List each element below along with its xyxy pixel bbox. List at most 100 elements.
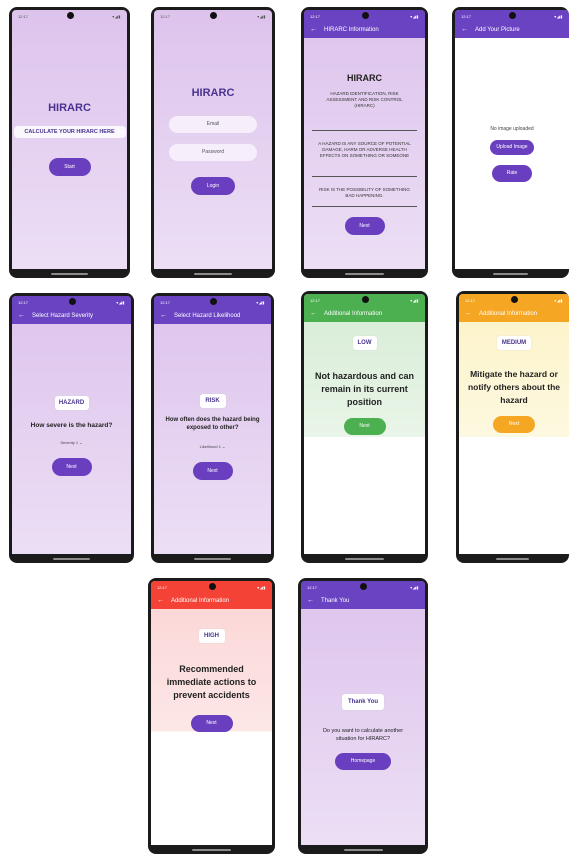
home-indicator (345, 273, 384, 275)
app-bar: ← Additional Information (459, 307, 569, 322)
home-indicator (492, 273, 529, 275)
next-button[interactable]: Next (493, 416, 535, 433)
low-message: Not hazardous and can remain in its curr… (314, 371, 414, 407)
screen-high: 12:17 ▾◢▮ ← Additional Information HIGH Re… (151, 581, 272, 845)
info-subtitle: HAZARD IDENTIFICATION, RISK ASSESSMENT A… (326, 91, 403, 108)
header: 12:17 ▾◢▮ ← HIRARC Information (304, 10, 425, 38)
screen-likelihood: 12:17 ▾◢▮ ← Select Hazard Likelihood RISK … (154, 296, 271, 554)
hazard-definition: A HAZARD IS ANY SOURCE OF POTENTIAL DAMA… (318, 141, 411, 158)
password-field[interactable]: Password (169, 144, 257, 161)
header: 12:17 ▾◢▮ ← Additional Information (151, 581, 272, 609)
login-button[interactable]: Login (191, 177, 235, 195)
header: 12:17 ▾◢▮ ← Additional Information (459, 294, 569, 322)
app-bar: ← Add Your Picture (455, 23, 569, 38)
home-indicator (343, 849, 383, 851)
back-arrow-icon[interactable]: ← (160, 312, 167, 319)
header: 12:17 ▾◢▮ ← Additional Information (304, 294, 425, 322)
system-icons: ▾◢▮ (554, 14, 563, 19)
app-bar: ← Select Hazard Likelihood (154, 309, 271, 324)
status-bar: 12:17 ▾◢▮ (310, 12, 419, 19)
back-arrow-icon[interactable]: ← (157, 597, 164, 604)
phone-severity: 12:17 ▾◢▮ ← Select Hazard Severity HAZARD … (9, 293, 134, 563)
severity-dropdown[interactable]: Severity 1 ⌄ (12, 440, 131, 445)
home-indicator (495, 558, 530, 560)
screen-medium: 12:17 ▾◢▮ ← Additional Information MEDIUM … (459, 294, 569, 554)
screen-severity: 12:17 ▾◢▮ ← Select Hazard Severity HAZARD … (12, 296, 131, 554)
phone-info: 12:17 ▾◢▮ ← HIRARC Information HIRARC HAZA… (301, 7, 428, 278)
homepage-button[interactable]: Homepage (335, 753, 391, 770)
calculate-again-question: Do you want to calculate another situati… (322, 728, 404, 742)
back-arrow-icon[interactable]: ← (461, 26, 468, 33)
app-bar: ← Additional Information (304, 307, 425, 322)
app-bar: ← Thank You (301, 594, 425, 609)
low-tag: LOW (352, 336, 377, 350)
home-indicator (52, 558, 91, 560)
status-bar: 12:17 ▾◢▮ (160, 298, 265, 305)
camera-icon (66, 12, 74, 19)
system-icons: ▾◢▮ (116, 300, 125, 305)
screen-login: 12:17 ▾◢▮ HIRARC Email Password Login (154, 10, 272, 269)
status-bar: 12:17 ▾◢▮ (157, 583, 266, 590)
risk-definition: RISK IS THE POSSIBILITY OF SOMETHING BAD… (319, 187, 410, 198)
divider (312, 176, 417, 177)
upload-image-button[interactable]: Upload Image (490, 140, 534, 155)
info-title: HIRARC (347, 73, 382, 83)
camera-icon (208, 583, 216, 590)
next-button[interactable]: Next (344, 217, 385, 235)
camera-icon (509, 12, 516, 19)
next-button[interactable]: Next (190, 715, 233, 732)
back-arrow-icon[interactable]: ← (310, 26, 317, 33)
status-bar: 12:17 ▾◢▮ (18, 12, 121, 19)
start-button[interactable]: Start (48, 158, 91, 176)
home-indicator (192, 849, 231, 851)
app-title: HIRARC (48, 102, 91, 114)
email-field[interactable]: Email (169, 116, 257, 133)
camera-icon (511, 296, 518, 303)
back-arrow-icon[interactable]: ← (465, 310, 472, 317)
home-indicator (194, 558, 231, 560)
app-bar: ← Select Hazard Severity (12, 309, 131, 324)
phone-picture: 12:17 ▾◢▮ ← Add Your Picture No image uplo… (452, 7, 569, 278)
system-icons: ▾◢▮ (410, 298, 419, 303)
camera-icon (209, 298, 217, 305)
status-bar: 12:17 ▾◢▮ (307, 583, 419, 590)
home-indicator (51, 273, 88, 275)
calculate-banner: CALCULATE YOUR HIRARC HERE (13, 126, 126, 138)
phone-likelihood: 12:17 ▾◢▮ ← Select Hazard Likelihood RISK … (151, 293, 274, 563)
system-icons: ▾◢▮ (112, 14, 121, 19)
chevron-down-icon: ⌄ (79, 440, 83, 445)
medium-tag: MEDIUM (497, 336, 531, 350)
status-bar: 12:17 ▾◢▮ (465, 296, 563, 303)
camera-icon (360, 583, 367, 590)
phone-low: 12:17 ▾◢▮ ← Additional Information LOW Not… (301, 291, 428, 563)
status-bar: 12:17 ▾◢▮ (18, 298, 125, 305)
next-button[interactable]: Next (343, 418, 386, 435)
rate-button[interactable]: Rate (492, 165, 532, 182)
medium-message: Mitigate the hazard or notify others abo… (467, 369, 561, 405)
next-button[interactable]: Next (51, 458, 92, 476)
no-image-text: No image uploaded (490, 126, 534, 132)
phone-high: 12:17 ▾◢▮ ← Additional Information HIGH Re… (148, 578, 275, 854)
divider (312, 130, 417, 131)
system-icons: ▾◢▮ (554, 298, 563, 303)
header: 12:17 ▾◢▮ ← Thank You (301, 581, 425, 609)
camera-icon (68, 298, 76, 305)
header: 12:17 ▾◢▮ ← Select Hazard Likelihood (154, 296, 271, 324)
home-indicator (194, 273, 232, 275)
status-bar: 12:17 ▾◢▮ (310, 296, 419, 303)
screen-home: 12:17 ▾◢▮ HIRARC CALCULATE YOUR HIRARC HE… (12, 10, 127, 269)
system-icons: ▾◢▮ (257, 14, 266, 19)
back-arrow-icon[interactable]: ← (310, 310, 317, 317)
back-arrow-icon[interactable]: ← (18, 312, 25, 319)
screen-info: 12:17 ▾◢▮ ← HIRARC Information HIRARC HAZA… (304, 10, 425, 269)
next-button[interactable]: Next (192, 462, 233, 480)
system-icons: ▾◢▮ (256, 300, 265, 305)
status-bar: 12:17 ▾◢▮ (461, 12, 563, 19)
high-tag: HIGH (198, 629, 225, 643)
home-indicator (345, 558, 384, 560)
phone-home: 12:17 ▾◢▮ HIRARC CALCULATE YOUR HIRARC HE… (9, 7, 130, 278)
phone-login: 12:17 ▾◢▮ HIRARC Email Password Login (151, 7, 275, 278)
likelihood-dropdown[interactable]: Likelihood 1 ⌄ (154, 444, 271, 449)
back-arrow-icon[interactable]: ← (307, 597, 314, 604)
header: 12:17 ▾◢▮ ← Select Hazard Severity (12, 296, 131, 324)
